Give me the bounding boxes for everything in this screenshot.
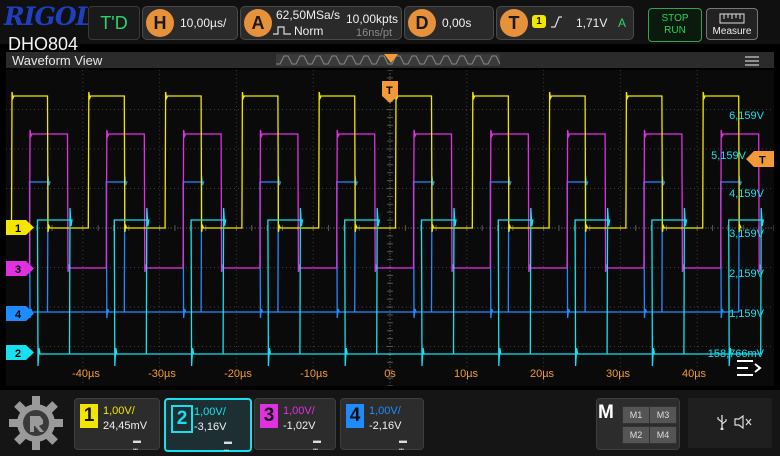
channel-2-scale: 1,00V/ [194, 406, 226, 418]
svg-text:1: 1 [15, 223, 21, 235]
trigger-time-marker[interactable]: T [382, 81, 398, 103]
y-axis-label: 6,159V [729, 110, 764, 122]
ch4-trace [28, 175, 743, 319]
system-tray [688, 398, 772, 448]
math-m4-button[interactable]: M4 [649, 426, 677, 444]
waveform-view-title: Waveform View [12, 53, 103, 68]
y-axis-label: 3,159V [729, 228, 764, 240]
waveform-traces [10, 91, 764, 367]
svg-text:4: 4 [15, 309, 22, 321]
channel-4-number: 4 [346, 404, 364, 428]
ruler-icon [719, 13, 745, 24]
channel-2-panel[interactable]: 2 1,00V/ -3,16V ▬ ┅ [164, 398, 252, 455]
ch1-offset-marker[interactable]: 1 [6, 220, 36, 235]
svg-text:T: T [386, 85, 393, 97]
run-stop-stop-label: STOP [661, 13, 689, 24]
dc-coupling-icon: ▬ ┅ [313, 436, 321, 454]
y-axis-label: 2,159V [729, 268, 764, 280]
x-axis-label: -40µs [72, 368, 100, 380]
channel-3-panel[interactable]: 3 1,00V/ -1,02V ▬ ┅ [254, 398, 336, 454]
dc-coupling-icon: ▬ ┅ [399, 436, 407, 454]
trigger-position-marker[interactable] [384, 54, 398, 63]
ch3-offset-marker[interactable]: 3 [6, 261, 36, 276]
x-axis-label: 0s [384, 368, 396, 380]
sample-rate: 62,50MSa/s [276, 8, 341, 22]
measure-label: Measure [712, 26, 752, 37]
channel-1-number: 1 [80, 404, 98, 428]
y-axis-label: 1,159V [729, 308, 764, 320]
math-m1-button[interactable]: M1 [622, 406, 650, 424]
channel-1-panel[interactable]: 1 1,00V/24,45mV ▬ ┅ [74, 398, 160, 454]
acquire-mode-icon [273, 26, 291, 35]
dc-coupling-icon: ▬ ┅ [224, 437, 232, 455]
channel-3-offset: -1,02V [283, 420, 316, 432]
time-per-point: 16ns/pt [356, 27, 393, 39]
ch1-trace [10, 91, 742, 233]
hamburger-menu-icon [745, 56, 759, 66]
usb-icon[interactable] [716, 414, 728, 430]
brand-logo: RIGOL [4, 2, 93, 31]
memory-depth: 10,00kpts [346, 12, 399, 26]
channel-4-offset: -2,16V [369, 420, 402, 432]
y-axis-label: 4,159V [729, 188, 764, 200]
delay-icon: D [408, 9, 436, 37]
channel-3-scale: 1,00V/ [283, 405, 315, 417]
dc-coupling-icon: ▬ ┅ [133, 436, 141, 454]
x-axis-label: 40µs [681, 368, 707, 380]
math-label: M [598, 402, 614, 423]
view-menu-button[interactable] [744, 54, 760, 66]
measure-button[interactable]: Measure [706, 8, 758, 40]
channel-2-number: 2 [171, 405, 193, 433]
channel-1-scale: 1,00V/ [103, 405, 135, 417]
run-stop-run-label: RUN [664, 25, 686, 36]
acquire-icon: A [244, 9, 272, 37]
channel-1-offset: 24,45mV [103, 420, 148, 432]
horizontal-icon: H [146, 9, 174, 37]
navigation-menu-icon[interactable] [736, 358, 762, 378]
trigger-source-badge: 1 [532, 15, 546, 28]
gear-home-icon [9, 396, 63, 450]
x-axis-label: -30µs [148, 368, 176, 380]
x-axis-label: -10µs [300, 368, 328, 380]
trigger-coupling: A [618, 16, 627, 30]
channel-3-number: 3 [260, 404, 278, 428]
x-axis-label: 10µs [453, 368, 479, 380]
ch2-trace [36, 207, 764, 367]
trigger-status-button[interactable]: T'D [88, 6, 140, 40]
svg-text:2: 2 [15, 348, 21, 360]
sound-mute-icon[interactable] [734, 415, 752, 429]
trigger-icon: T [500, 9, 528, 37]
math-m2-button[interactable]: M2 [622, 426, 650, 444]
channel-2-offset: -3,16V [194, 421, 227, 433]
acquire-mode: Norm [294, 24, 324, 38]
x-axis-label: 20µs [529, 368, 555, 380]
timebase-value: 10,00µs/ [180, 16, 227, 30]
y-axis-label: 5,159V [711, 150, 746, 162]
channel-4-panel[interactable]: 4 1,00V/ -2,16V ▬ ┅ [340, 398, 424, 454]
delay-value: 0,00s [442, 16, 472, 30]
trigger-level-marker[interactable]: T [746, 151, 774, 167]
rising-edge-icon [551, 16, 562, 28]
ch4-offset-marker[interactable]: 4 [6, 306, 36, 321]
math-m3-button[interactable]: M3 [649, 406, 677, 424]
run-stop-button[interactable]: STOP RUN [648, 8, 702, 42]
waveform-plot-area[interactable] [6, 70, 774, 386]
x-axis-label: -20µs [224, 368, 252, 380]
trigger-level: 1,71V [576, 16, 608, 30]
svg-text:3: 3 [15, 264, 21, 276]
home-button[interactable] [8, 395, 64, 451]
channel-4-scale: 1,00V/ [369, 405, 401, 417]
svg-text:T: T [759, 155, 766, 167]
x-axis-label: 30µs [605, 368, 631, 380]
ch2-offset-marker[interactable]: 2 [6, 345, 36, 360]
